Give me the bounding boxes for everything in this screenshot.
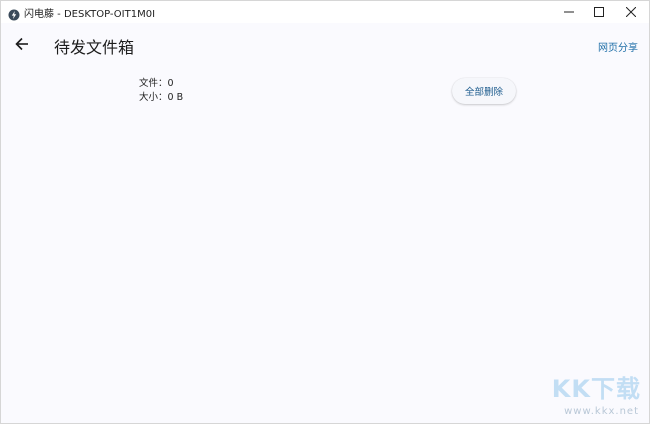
app-bar: 待发文件箱 网页分享 [1, 23, 649, 67]
watermark-url: www.kkx.net [564, 406, 639, 417]
lightning-app-icon [8, 6, 20, 21]
outbox-summary: 文件：0 大小：0 B [139, 77, 183, 105]
delete-all-button[interactable]: 全部删除 [452, 78, 516, 104]
minimize-icon [564, 7, 574, 17]
file-count-row: 文件：0 [139, 77, 183, 91]
watermark: KK下载 www.kkx.net [541, 369, 641, 417]
window-title: 闪电藤 - DESKTOP-OIT1M0I [24, 9, 156, 20]
page-title: 待发文件箱 [54, 38, 135, 57]
total-size-value: 0 B [167, 92, 184, 103]
window-titlebar[interactable]: 闪电藤 - DESKTOP-OIT1M0I [1, 1, 649, 23]
maximize-icon [594, 7, 604, 17]
watermark-logo: KK下载 [551, 375, 641, 403]
app-window: 闪电藤 - DESKTOP-OIT1M0I 待发文件箱 网页分享 文件：0 大小… [0, 0, 650, 424]
total-size-row: 大小：0 B [139, 91, 183, 105]
close-icon [626, 7, 636, 17]
total-size-label: 大小： [139, 92, 168, 103]
file-count-label: 文件： [139, 78, 168, 89]
maximize-button[interactable] [584, 1, 614, 23]
arrow-left-icon [15, 36, 29, 55]
web-share-link[interactable]: 网页分享 [598, 39, 638, 54]
close-button[interactable] [616, 1, 646, 23]
minimize-button[interactable] [554, 1, 584, 23]
back-button[interactable] [12, 35, 32, 55]
file-count-value: 0 [167, 78, 174, 89]
